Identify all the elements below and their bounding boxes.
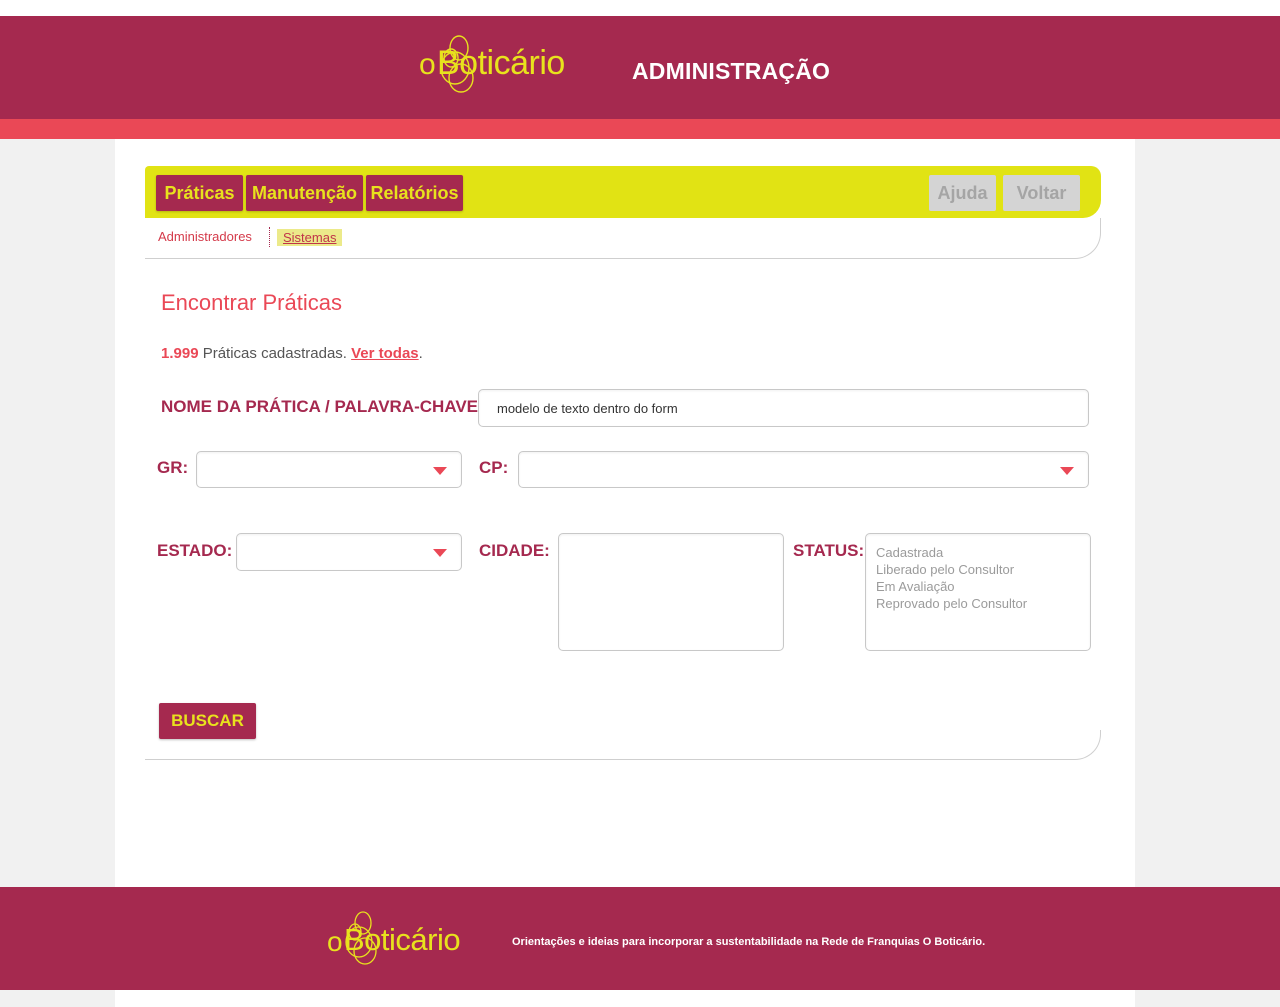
- help-button[interactable]: Ajuda: [929, 175, 996, 211]
- header-accent-bar: [0, 119, 1280, 139]
- subnav-item-sistemas[interactable]: Sistemas: [277, 229, 343, 246]
- cp-select[interactable]: [518, 451, 1089, 488]
- cp-label: CP:: [479, 458, 509, 477]
- form-bottom-border: [145, 730, 1101, 760]
- search-button[interactable]: BUSCAR: [159, 703, 256, 739]
- footer-logo-name: Boticário: [344, 922, 461, 957]
- nav-manutencao[interactable]: Manutenção: [246, 175, 363, 211]
- status-option-em-avaliacao[interactable]: Em Avaliação: [876, 578, 1080, 595]
- estado-select[interactable]: [236, 533, 462, 571]
- practice-count-text: Práticas cadastradas.: [198, 345, 352, 362]
- practice-count: 1.999: [161, 345, 199, 362]
- top-strip: [0, 0, 1280, 16]
- cidade-label: CIDADE:: [479, 541, 550, 560]
- cp-dropdown-arrow-icon: [1060, 466, 1074, 475]
- brand-logo[interactable]: o Boticário: [419, 35, 591, 94]
- keyword-label: NOME DA PRÁTICA / PALAVRA-CHAVE:: [161, 397, 484, 416]
- subnav-divider: [269, 227, 270, 247]
- gr-dropdown-arrow-icon: [433, 466, 447, 475]
- status-option-liberado[interactable]: Liberado pelo Consultor: [876, 561, 1080, 578]
- keyword-input[interactable]: modelo de texto dentro do form: [478, 389, 1089, 427]
- subnav-item-administradores[interactable]: Administradores: [158, 229, 252, 244]
- practice-count-line: 1.999 Práticas cadastradas. Ver todas.: [161, 345, 423, 362]
- logo-o: o: [419, 48, 436, 81]
- footer-bottom-strip: [115, 990, 1135, 1007]
- view-all-link[interactable]: Ver todas: [351, 345, 419, 362]
- footer-text: Orientações e ideias para incorporar a s…: [512, 936, 986, 948]
- logo-name: Boticário: [437, 44, 565, 82]
- status-option-cadastrada[interactable]: Cadastrada: [876, 544, 1080, 561]
- estado-label: ESTADO:: [157, 541, 233, 560]
- page-header-title: ADMINISTRAÇÃO: [632, 58, 831, 84]
- period-text: .: [418, 345, 423, 362]
- nav-praticas[interactable]: Práticas: [156, 175, 243, 211]
- page-title: Encontrar Práticas: [161, 290, 342, 315]
- status-option-reprovado[interactable]: Reprovado pelo Consultor: [876, 595, 1080, 612]
- status-listbox[interactable]: Cadastrada Liberado pelo Consultor Em Av…: [865, 533, 1091, 651]
- cidade-listbox[interactable]: [558, 533, 784, 651]
- gr-label: GR:: [157, 458, 189, 477]
- nav-relatorios[interactable]: Relatórios: [366, 175, 463, 211]
- footer-logo-o: o: [327, 926, 343, 957]
- estado-dropdown-arrow-icon: [433, 549, 447, 557]
- status-label: STATUS:: [793, 541, 865, 560]
- back-button[interactable]: Voltar: [1003, 175, 1080, 211]
- gr-select[interactable]: [196, 451, 462, 488]
- footer-logo[interactable]: o Boticário: [327, 911, 483, 968]
